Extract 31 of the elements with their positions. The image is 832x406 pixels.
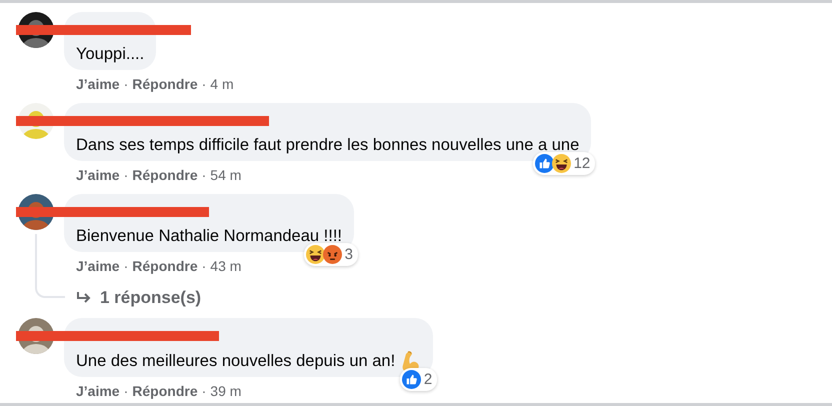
separator-dot: ·	[202, 167, 206, 183]
separator-dot: ·	[124, 383, 128, 399]
comment-text: Youppi....	[76, 44, 144, 65]
reply-arrow-icon	[76, 291, 92, 305]
comment-time: 4 m	[210, 76, 234, 92]
separator-dot: ·	[202, 76, 206, 92]
separator-dot: ·	[124, 167, 128, 183]
action-link[interactable]: Répondre	[132, 383, 198, 399]
action-link[interactable]: Répondre	[132, 167, 198, 183]
action-link[interactable]: J’aime	[76, 383, 120, 399]
thumbs-up-icon	[402, 370, 421, 389]
action-link[interactable]: Répondre	[132, 258, 198, 274]
angry-face-icon	[322, 245, 342, 264]
separator-dot: ·	[202, 258, 206, 274]
separator-dot: ·	[202, 383, 206, 399]
action-link[interactable]: J’aime	[76, 258, 120, 274]
comment-time: 54 m	[210, 167, 242, 183]
laughing-face-icon	[306, 245, 325, 264]
reaction-badge[interactable]: 3	[304, 243, 358, 266]
separator-dot: ·	[124, 76, 128, 92]
comment-time: 39 m	[210, 383, 242, 399]
view-replies-link[interactable]: 1 réponse(s)	[76, 288, 202, 308]
thumbs-up-icon	[534, 154, 554, 173]
reaction-badge[interactable]: 12	[532, 152, 596, 175]
action-link[interactable]: Répondre	[132, 76, 198, 92]
comment-time: 43 m	[210, 258, 242, 274]
action-link[interactable]: J’aime	[76, 76, 120, 92]
laughing-face-icon	[552, 154, 571, 173]
reaction-badge[interactable]: 2	[400, 368, 438, 391]
action-link[interactable]: J’aime	[76, 167, 120, 183]
separator-dot: ·	[124, 258, 128, 274]
